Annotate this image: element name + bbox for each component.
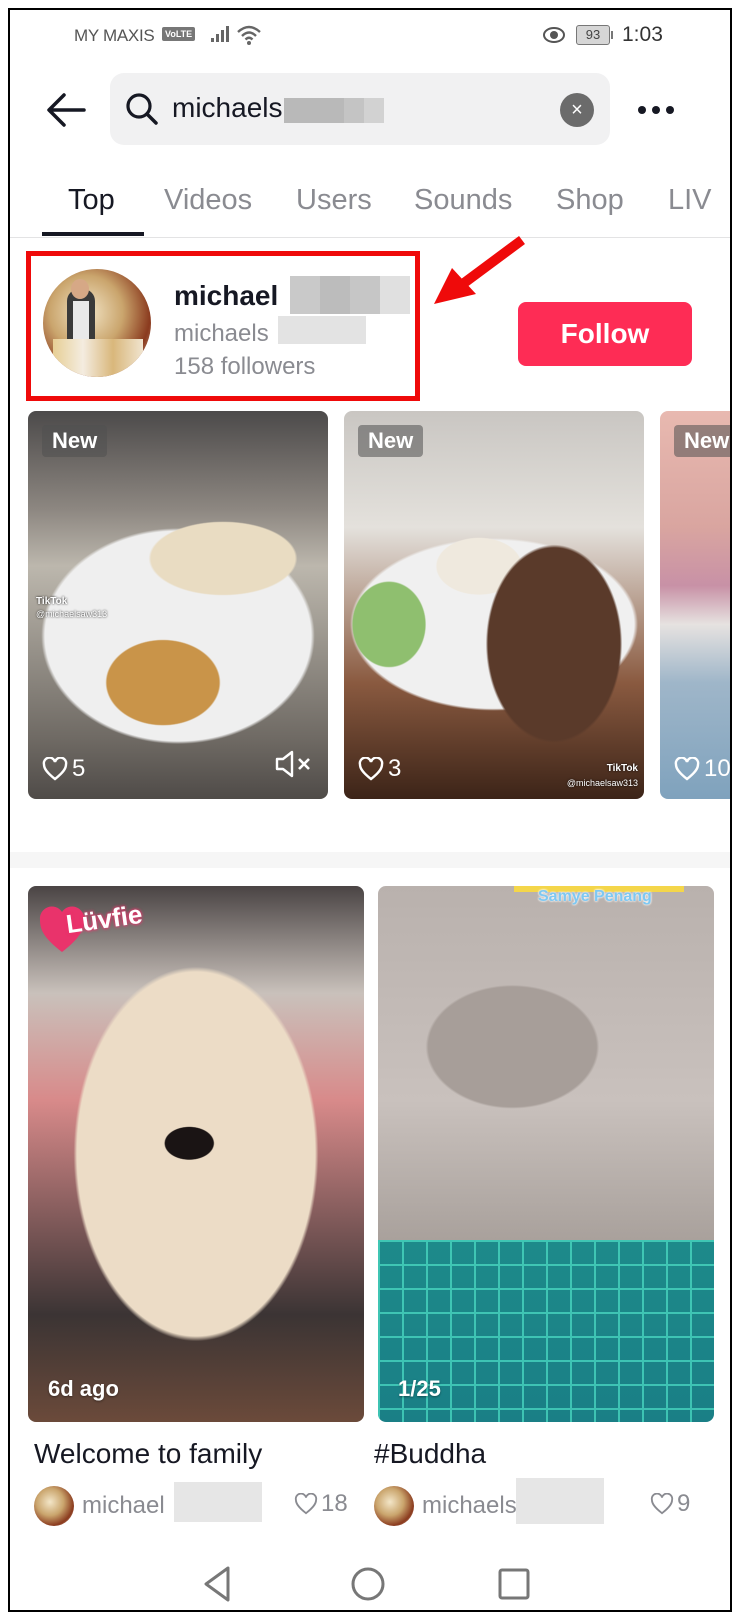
redacted-author	[174, 1482, 262, 1522]
search-field[interactable]: michaels ×	[110, 73, 610, 145]
annotation-arrow-icon	[434, 235, 525, 304]
search-tabs: Top Videos Users Sounds Shop LIV	[10, 170, 730, 238]
tiktok-watermark: TikTok	[606, 763, 638, 774]
phone-screen: MY MAXIS VoLTE 93 1:03 michaels × Top Vi…	[8, 8, 732, 1612]
active-tab-indicator	[42, 232, 144, 236]
redacted-query	[284, 98, 384, 123]
like-count-value: 5	[72, 755, 86, 782]
battery-indicator: 93	[576, 25, 610, 45]
video-thumbnail[interactable]: New TikTok @michaelsaw313 3	[344, 411, 644, 799]
new-badge: New	[358, 425, 424, 457]
eye-comfort-icon	[543, 27, 565, 43]
like-count: 5	[42, 755, 85, 783]
tab-users[interactable]: Users	[296, 184, 372, 217]
search-query[interactable]: michaels	[172, 92, 282, 124]
redacted-handle	[278, 316, 366, 344]
like-count: 10	[674, 755, 731, 783]
watermark-user: @michaelsaw313	[36, 609, 108, 619]
watermark-user: @michaelsaw313	[566, 778, 638, 788]
heart-icon	[42, 757, 68, 781]
video-thumbnail[interactable]: New 10	[660, 411, 731, 799]
avatar-shirt	[73, 301, 89, 341]
location-sticker: Samye Penang	[538, 888, 652, 905]
wifi-icon	[237, 25, 261, 45]
like-count: 3	[358, 755, 401, 783]
card-like-count: 18	[294, 1490, 348, 1518]
clear-search-button[interactable]: ×	[560, 93, 594, 127]
like-count-value: 9	[677, 1490, 691, 1517]
new-badge: New	[42, 425, 108, 457]
more-options-button[interactable]	[634, 94, 678, 124]
tab-shop[interactable]: Shop	[556, 184, 624, 217]
heart-icon	[674, 757, 700, 781]
card-author[interactable]: michael	[34, 1482, 262, 1526]
video-card-thumbnail[interactable]: Samye Penang 1/25	[378, 886, 714, 1422]
like-count-value: 18	[321, 1490, 348, 1517]
card-title[interactable]: #Buddha	[374, 1438, 486, 1470]
dot-icon	[666, 106, 674, 114]
video-card-thumbnail[interactable]: Lüvfie 6d ago	[28, 886, 364, 1422]
section-divider	[10, 852, 730, 868]
card-title[interactable]: Welcome to family	[34, 1438, 262, 1470]
dot-icon	[652, 106, 660, 114]
signal-icon	[211, 26, 229, 42]
system-nav-bar	[10, 1550, 730, 1610]
search-icon	[126, 93, 158, 125]
nav-home-icon[interactable]	[348, 1564, 388, 1604]
follow-button[interactable]: Follow	[518, 302, 692, 366]
volte-badge: VoLTE	[162, 27, 196, 41]
redacted-name	[290, 276, 410, 314]
nav-back-icon[interactable]	[198, 1564, 238, 1604]
back-arrow-icon[interactable]	[44, 88, 88, 132]
heart-icon	[358, 757, 384, 781]
nav-recents-icon[interactable]	[494, 1564, 534, 1604]
user-name[interactable]: michael	[174, 280, 278, 312]
author-avatar[interactable]	[374, 1486, 414, 1526]
new-badge: New	[674, 425, 730, 457]
tab-sounds[interactable]: Sounds	[414, 184, 512, 217]
avatar-face	[71, 279, 89, 299]
muted-speaker-icon[interactable]	[274, 749, 314, 779]
card-like-count: 9	[650, 1490, 690, 1518]
heart-icon	[650, 1493, 674, 1515]
like-count-value: 10	[704, 755, 731, 782]
author-name[interactable]: michaels	[422, 1492, 517, 1520]
redacted-author	[516, 1478, 604, 1524]
tab-live[interactable]: LIV	[668, 184, 712, 217]
video-thumbnail[interactable]: New TikTok @michaelsaw313 5	[28, 411, 328, 799]
photo-count: 1/25	[398, 1376, 441, 1401]
user-handle: michaels	[174, 320, 269, 347]
clock: 1:03	[622, 23, 663, 46]
card-author[interactable]: michaels	[374, 1478, 604, 1526]
like-count-value: 3	[388, 755, 402, 782]
author-name[interactable]: michael	[82, 1492, 165, 1520]
dot-icon	[638, 106, 646, 114]
user-avatar[interactable]	[43, 269, 151, 377]
carrier-label: MY MAXIS	[74, 26, 155, 45]
tab-top[interactable]: Top	[68, 184, 115, 217]
heart-icon	[294, 1493, 318, 1515]
battery-tip	[611, 31, 613, 39]
avatar-food	[53, 339, 143, 377]
tiktok-watermark: TikTok	[36, 596, 68, 607]
post-age: 6d ago	[48, 1376, 119, 1401]
status-bar: MY MAXIS VoLTE 93 1:03	[10, 10, 730, 64]
follower-count: 158 followers	[174, 353, 316, 380]
tab-videos[interactable]: Videos	[164, 184, 252, 217]
author-avatar[interactable]	[34, 1486, 74, 1526]
